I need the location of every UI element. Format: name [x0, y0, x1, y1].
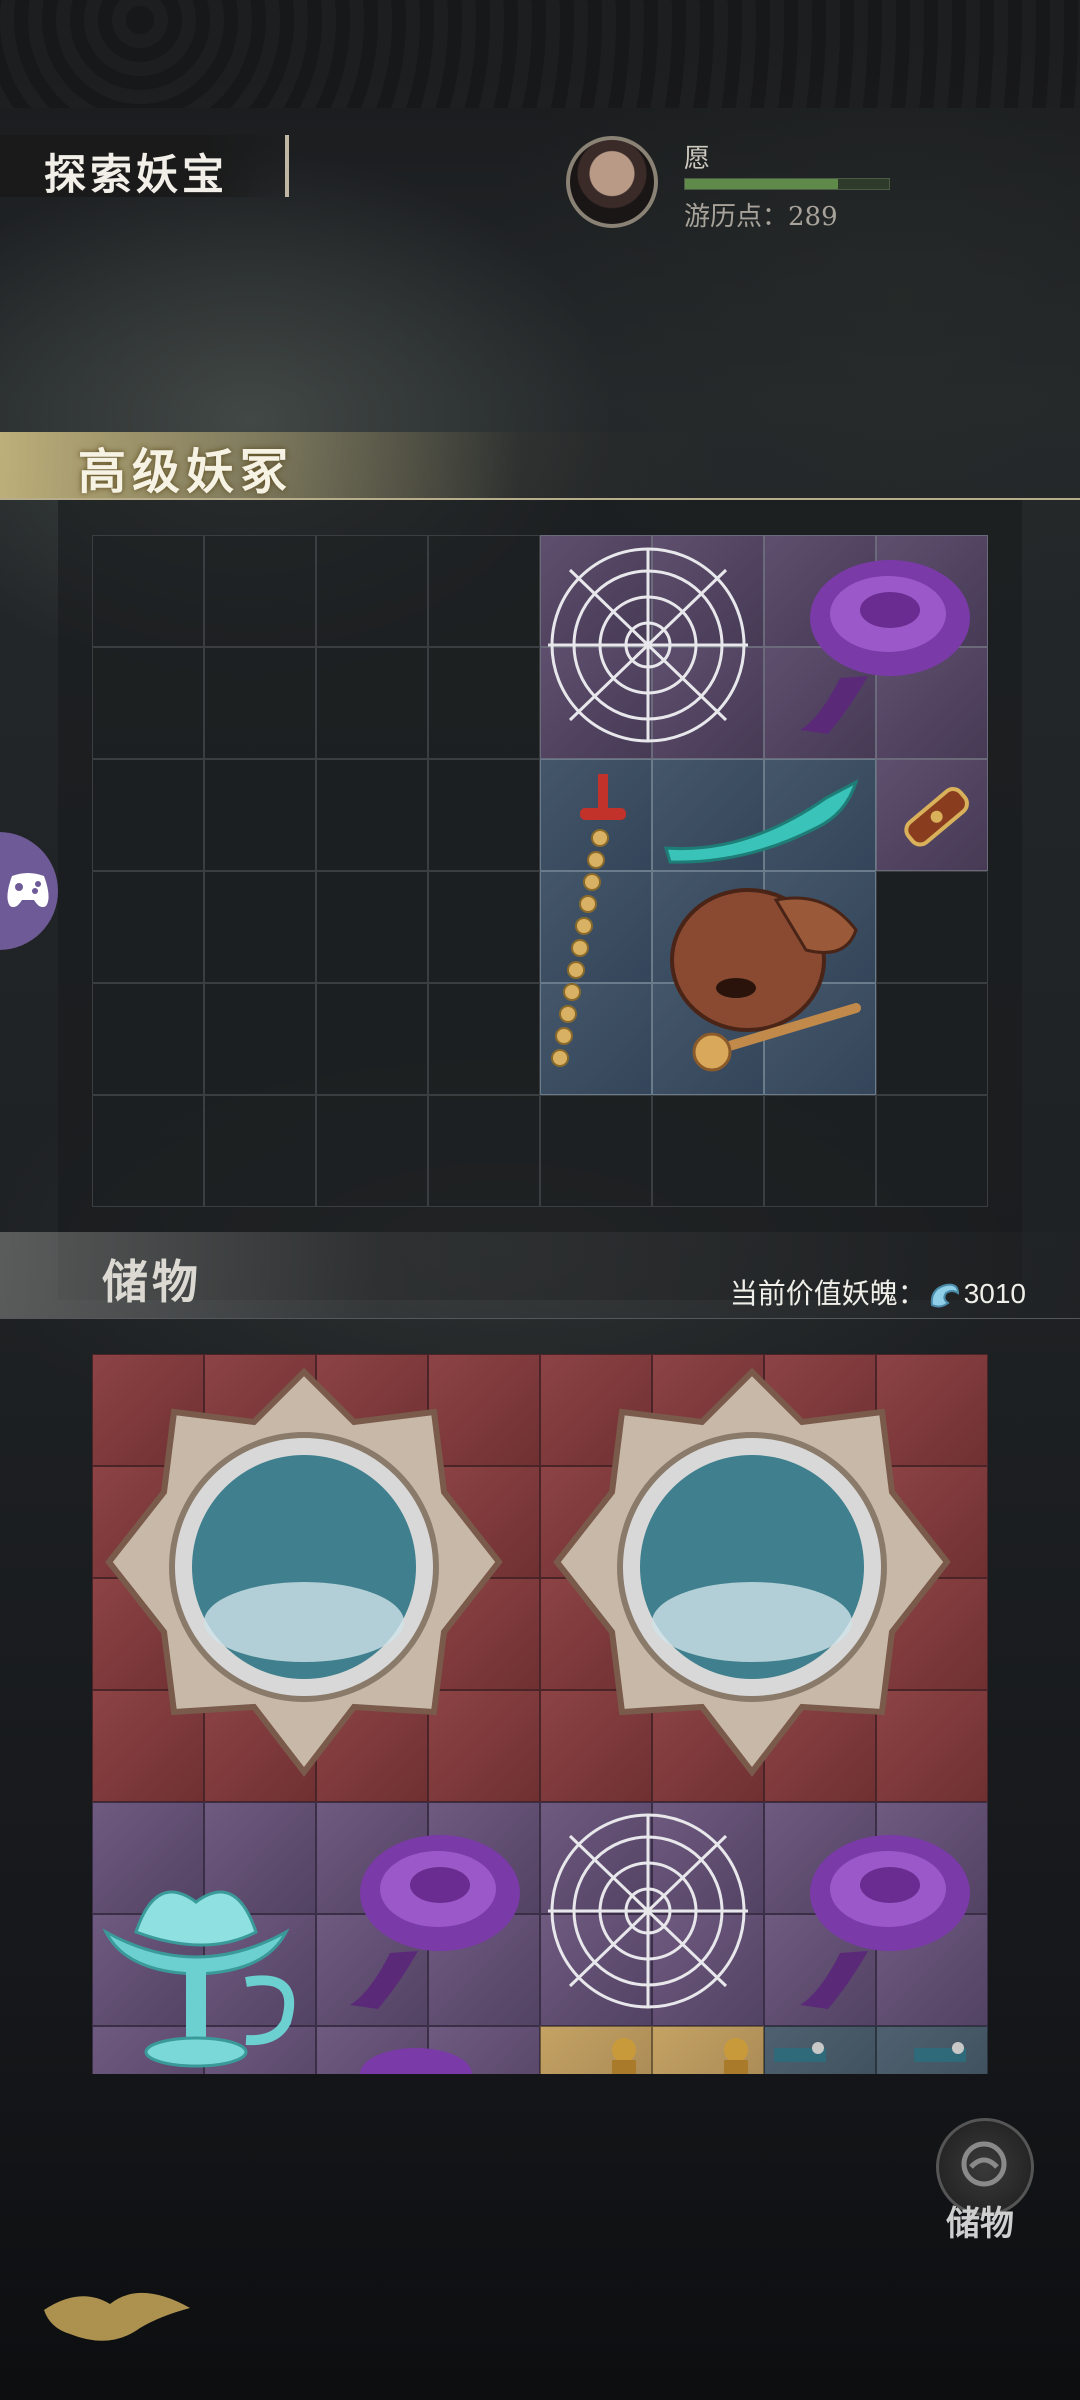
gamepad-icon: [7, 873, 49, 908]
section-title-tomb: 高级妖冢: [78, 444, 295, 500]
grid-cell[interactable]: [92, 759, 204, 871]
section-header-storage: 储物 当前价值妖魄： 3010: [0, 1232, 1080, 1319]
grid-cell[interactable]: [428, 759, 540, 871]
grid-cell[interactable]: [428, 983, 540, 1095]
grid-cell[interactable]: [92, 647, 204, 759]
storage-value-readout: 当前价值妖魄： 3010: [730, 1272, 1026, 1312]
grid-cell[interactable]: [876, 871, 988, 983]
grid-cell[interactable]: [316, 647, 428, 759]
grid-cell[interactable]: [316, 871, 428, 983]
page-title: 探索妖宝: [44, 150, 229, 199]
section-title-storage: 储物: [102, 1255, 202, 1309]
spider-web-icon[interactable]: [540, 540, 756, 750]
jade-lotus-lamp-icon[interactable]: [96, 1862, 306, 2074]
bronze-mirror-icon[interactable]: [552, 1362, 952, 1782]
bronze-bell-icon[interactable]: [656, 880, 876, 1080]
jade-horn-icon[interactable]: [656, 768, 868, 868]
player-progress-fill: [685, 179, 838, 189]
bone-charm-icon[interactable]: [888, 768, 984, 864]
grid-cell[interactable]: [204, 759, 316, 871]
spider-web-icon[interactable]: [540, 1806, 756, 2016]
header-title-tab: 探索妖宝: [0, 135, 289, 199]
grid-cell[interactable]: [428, 535, 540, 647]
grid-cell[interactable]: [540, 1095, 652, 1207]
grid-cell[interactable]: [204, 983, 316, 1095]
grid-cell[interactable]: [92, 871, 204, 983]
grid-cell[interactable]: [204, 535, 316, 647]
soul-icon: [930, 1283, 959, 1308]
cloud-ornament-icon: [44, 2292, 190, 2341]
grid-cell[interactable]: [316, 759, 428, 871]
grid-cell[interactable]: [876, 1095, 988, 1207]
grid-cell[interactable]: [876, 983, 988, 1095]
storage-icon: [961, 2141, 1007, 2187]
grid-cell[interactable]: [428, 1095, 540, 1207]
grid-cell[interactable]: [204, 1095, 316, 1207]
player-avatar[interactable]: [566, 136, 658, 228]
section-header-tomb: 高级妖冢: [0, 432, 1080, 500]
purple-lingzhi-icon[interactable]: [330, 1818, 520, 2018]
storage-value: 3010: [963, 1278, 1026, 1309]
player-name: 愿: [684, 144, 711, 174]
grid-cell[interactable]: [92, 1095, 204, 1207]
storage-value-label: 当前价值妖魄：: [729, 1278, 926, 1309]
grid-cell[interactable]: [92, 983, 204, 1095]
player-progress-bar: [684, 178, 890, 190]
gold-buddha-icon[interactable]: [604, 2034, 644, 2074]
scroll-icon[interactable]: [770, 2040, 830, 2070]
grid-cell[interactable]: [316, 983, 428, 1095]
bronze-mirror-icon[interactable]: [104, 1362, 504, 1782]
coin-sword-icon[interactable]: [540, 768, 650, 1088]
purple-lingzhi-icon[interactable]: [356, 2040, 476, 2074]
storage-button-label[interactable]: 储物: [946, 2196, 1014, 2245]
grid-cell[interactable]: [92, 535, 204, 647]
grid-cell[interactable]: [316, 1095, 428, 1207]
points-value: 289: [788, 202, 838, 232]
top-pattern-band: [0, 0, 1080, 108]
points-readout: 游历点：289: [684, 196, 838, 233]
grid-cell[interactable]: [652, 1095, 764, 1207]
points-label: 游历点：: [684, 202, 789, 232]
purple-lingzhi-icon[interactable]: [780, 548, 970, 738]
purple-lingzhi-icon[interactable]: [780, 1818, 970, 2018]
grid-cell[interactable]: [316, 535, 428, 647]
gold-buddha-icon[interactable]: [716, 2034, 756, 2074]
grid-cell[interactable]: [204, 871, 316, 983]
grid-cell[interactable]: [428, 647, 540, 759]
grid-cell[interactable]: [204, 647, 316, 759]
grid-cell[interactable]: [428, 871, 540, 983]
scroll-icon[interactable]: [910, 2040, 970, 2070]
grid-cell[interactable]: [764, 1095, 876, 1207]
